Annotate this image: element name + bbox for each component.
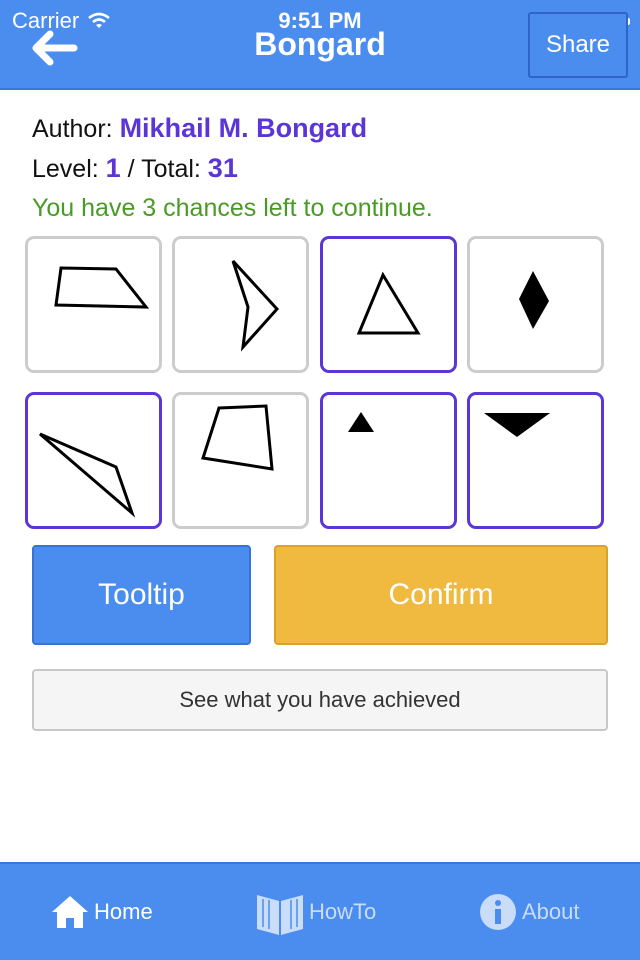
shape-cell-8[interactable]: [467, 392, 604, 529]
tab-howto-label: HowTo: [309, 899, 377, 924]
quadrilateral-shape: [201, 404, 274, 471]
triangle-shape: [356, 271, 421, 335]
author-line: Author: Mikhail M. Bongard: [32, 108, 433, 148]
arrowhead-shape: [231, 259, 280, 352]
author-name: Mikhail M. Bongard: [119, 113, 368, 143]
puzzle-info: Author: Mikhail M. Bongard Level: 1 / To…: [32, 108, 433, 228]
confirm-button[interactable]: Confirm: [274, 545, 608, 645]
tab-howto[interactable]: HowTo: [255, 864, 376, 960]
tab-about-label: About: [522, 899, 580, 924]
bongard-screen: Carrier 9:51 PM Bongard Share Author: Mi…: [0, 0, 640, 960]
tab-bar: Home HowTo About: [0, 862, 640, 960]
total-label: / Total:: [120, 155, 208, 183]
author-label: Author:: [32, 115, 120, 143]
shape-grid: [25, 236, 605, 530]
shape-cell-7[interactable]: [320, 392, 457, 529]
thin-triangle-shape: [39, 432, 136, 518]
level-line: Level: 1 / Total: 31: [32, 148, 433, 188]
tab-about[interactable]: About: [478, 864, 580, 960]
home-icon: [50, 892, 90, 932]
shape-cell-3[interactable]: [320, 236, 457, 373]
tab-home[interactable]: Home: [50, 864, 153, 960]
shape-cell-2[interactable]: [172, 236, 309, 373]
achievements-button[interactable]: See what you have achieved: [32, 669, 608, 731]
level-label: Level:: [32, 155, 106, 183]
shape-cell-4[interactable]: [467, 236, 604, 373]
inverted-triangle-shape: [484, 413, 550, 437]
book-icon: [255, 887, 305, 937]
nav-header: Carrier 9:51 PM Bongard Share: [0, 0, 640, 90]
shape-cell-1[interactable]: [25, 236, 162, 373]
small-triangle-shape: [348, 412, 374, 432]
trapezoid-shape: [54, 266, 150, 309]
total-value: 31: [207, 153, 238, 183]
tooltip-button[interactable]: Tooltip: [32, 545, 251, 645]
level-value: 1: [105, 153, 121, 183]
shape-cell-5[interactable]: [25, 392, 162, 529]
share-button[interactable]: Share: [528, 12, 628, 78]
info-icon: [478, 892, 518, 932]
diamond-shape: [519, 271, 549, 329]
shape-cell-6[interactable]: [172, 392, 309, 529]
chances-message: You have 3 chances left to continue.: [32, 194, 433, 222]
tab-home-label: Home: [94, 899, 153, 924]
